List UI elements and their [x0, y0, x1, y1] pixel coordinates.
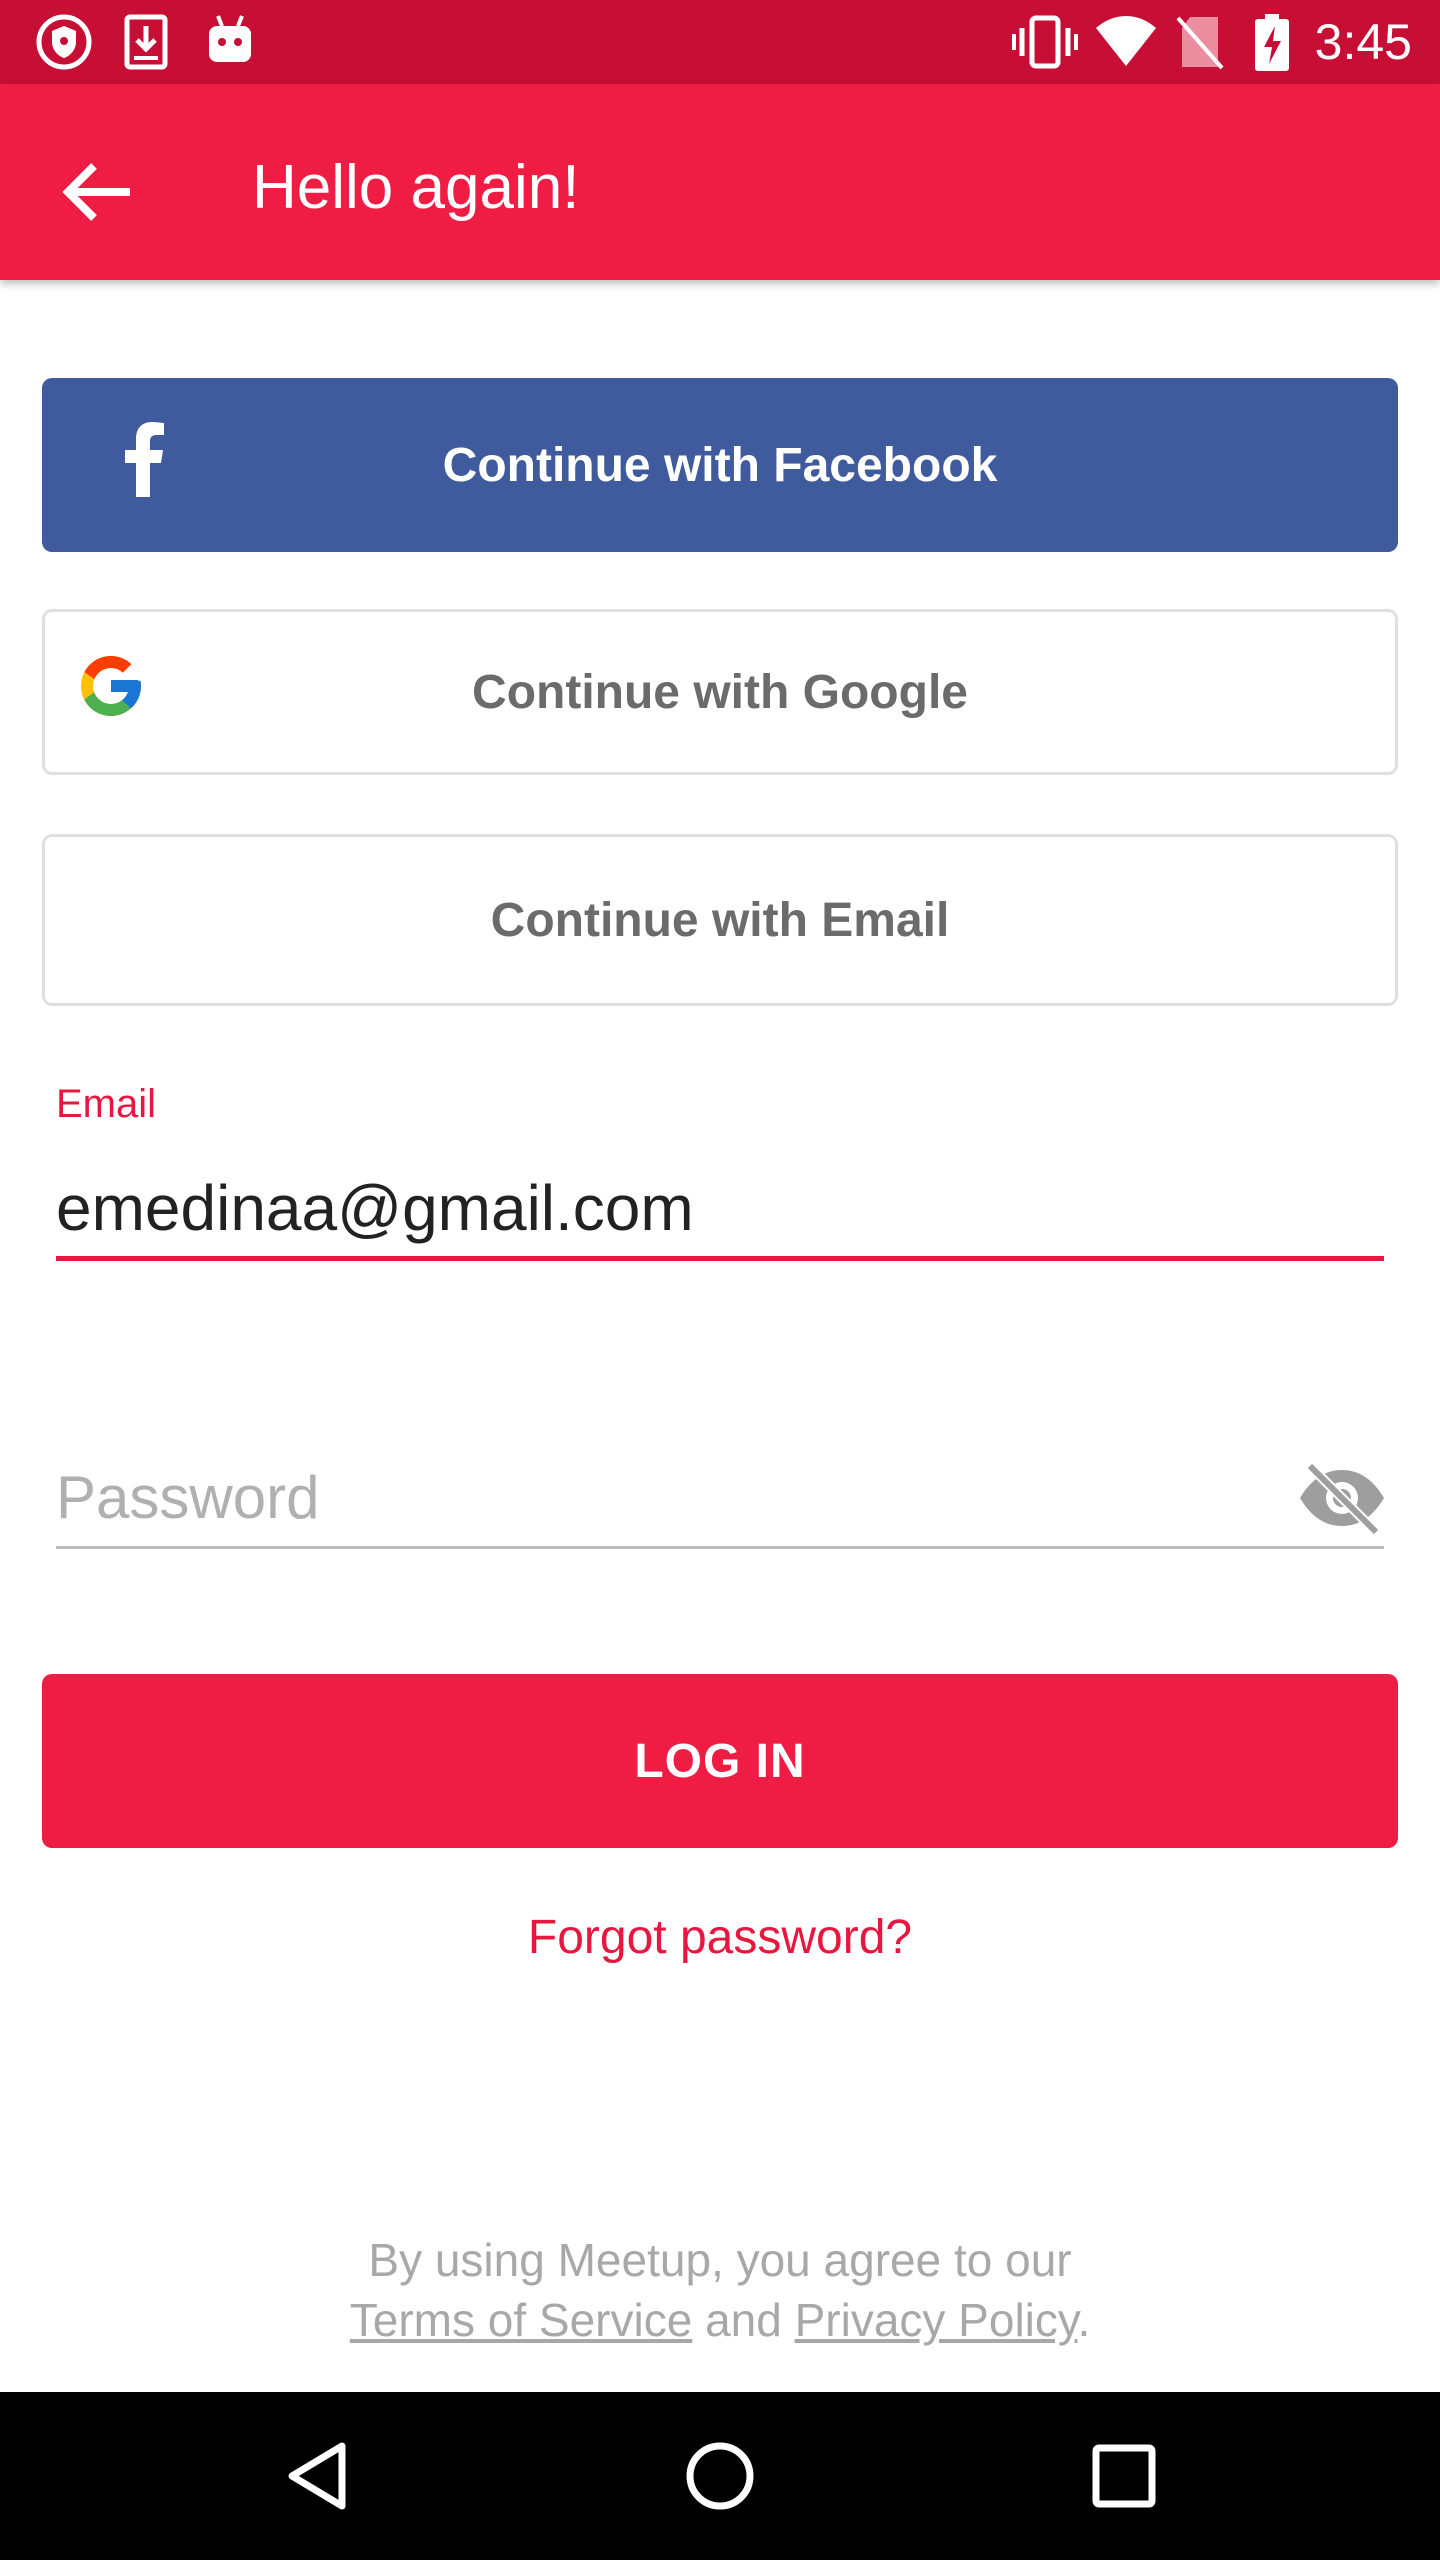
download-icon: [124, 14, 168, 75]
legal-and-text: and: [705, 2294, 782, 2346]
legal-text: By using Meetup, you agree to our Terms …: [0, 2230, 1440, 2350]
forgot-password-label: Forgot password?: [527, 1911, 913, 1964]
legal-period: .: [1077, 2294, 1091, 2346]
recents-square-icon[interactable]: [1082, 2434, 1166, 2518]
email-button-label: Continue with Email: [490, 893, 950, 947]
email-field-label: Email: [56, 1082, 157, 1126]
continue-email-button[interactable]: Continue with Email: [42, 834, 1398, 1006]
wifi-icon: [1094, 14, 1158, 75]
vibrate-icon: [1012, 14, 1078, 75]
legal-line-2: Terms of Service and Privacy Policy.: [0, 2290, 1440, 2350]
battery-charging-icon: [1254, 14, 1290, 77]
status-time: 3:45: [1314, 14, 1412, 70]
facebook-icon: [122, 421, 166, 509]
android-icon: [206, 14, 254, 71]
status-bar: 3:45: [0, 0, 1440, 84]
password-field[interactable]: [56, 1452, 1266, 1542]
privacy-policy-link[interactable]: Privacy Policy: [795, 2294, 1078, 2346]
back-triangle-icon[interactable]: [276, 2434, 360, 2518]
continue-facebook-button[interactable]: Continue with Facebook: [42, 378, 1398, 552]
google-icon: [75, 650, 147, 734]
facebook-button-label: Continue with Facebook: [442, 438, 998, 492]
back-button[interactable]: [50, 144, 146, 240]
shield-icon: [36, 14, 92, 75]
home-circle-icon[interactable]: [678, 2434, 762, 2518]
google-button-label: Continue with Google: [472, 665, 968, 719]
visibility-off-icon[interactable]: [1296, 1458, 1388, 1538]
arrow-back-icon: [62, 163, 130, 221]
login-button-label: LOG IN: [634, 1734, 806, 1788]
email-field[interactable]: emedinaa@gmail.com: [56, 1168, 694, 1248]
login-button[interactable]: LOG IN: [42, 1674, 1398, 1848]
forgot-password-link[interactable]: Forgot password?: [0, 1910, 1440, 1965]
continue-google-button[interactable]: Continue with Google: [42, 609, 1398, 775]
no-sim-icon: [1176, 14, 1224, 75]
page-title: Hello again!: [252, 153, 580, 222]
legal-line-1: By using Meetup, you agree to our: [368, 2234, 1072, 2286]
password-field-underline: [56, 1546, 1384, 1549]
terms-of-service-link[interactable]: Terms of Service: [350, 2294, 693, 2346]
app-bar: Hello again!: [0, 84, 1440, 280]
navigation-bar: [0, 2392, 1440, 2560]
email-field-underline: [56, 1256, 1384, 1261]
